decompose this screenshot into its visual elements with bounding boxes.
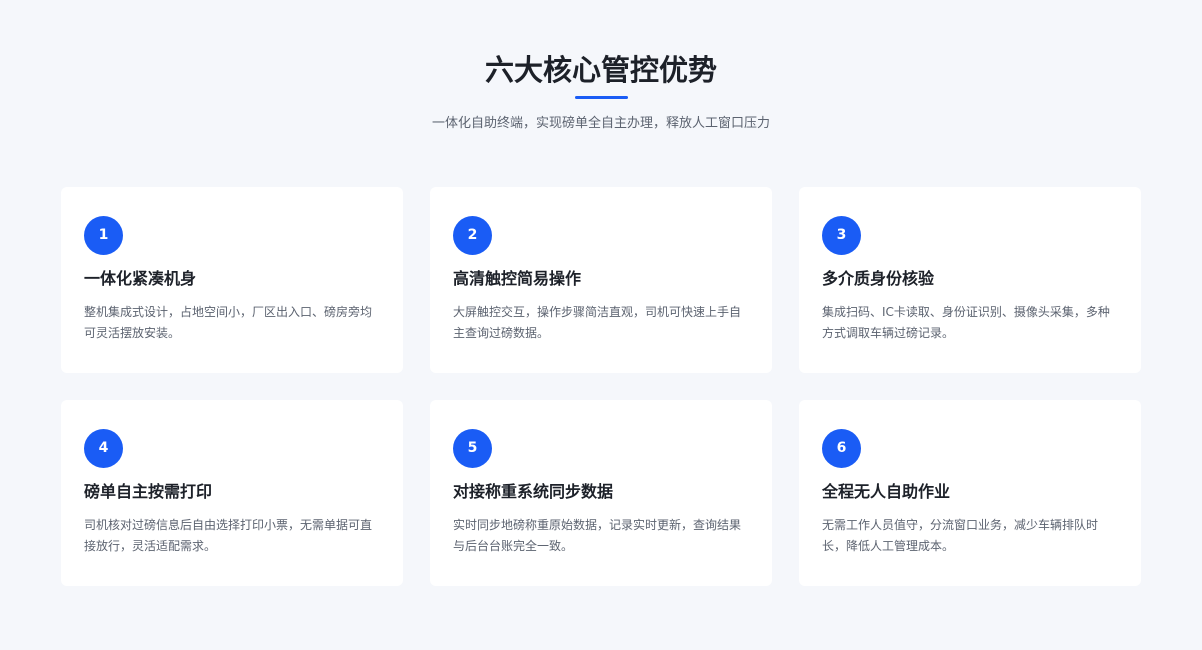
advantage-card-4: 4 磅单自主按需打印 司机核对过磅信息后自由选择打印小票，无需单据可直接放行，灵…	[61, 400, 403, 586]
advantage-card-3: 3 多介质身份核验 集成扫码、IC卡读取、身份证识别、摄像头采集，多种方式调取车…	[799, 187, 1141, 373]
card-description: 实时同步地磅称重原始数据，记录实时更新，查询结果与后台台账完全一致。	[453, 518, 742, 553]
card-description: 司机核对过磅信息后自由选择打印小票，无需单据可直接放行，灵活适配需求。	[84, 518, 373, 553]
card-description: 无需工作人员值守，分流窗口业务，减少车辆排队时长，降低人工管理成本。	[822, 518, 1099, 553]
number-badge: 4	[84, 429, 123, 468]
section-title: 六大核心管控优势	[484, 53, 717, 87]
card-description: 集成扫码、IC卡读取、身份证识别、摄像头采集，多种方式调取车辆过磅记录。	[822, 305, 1110, 340]
card-title: 多介质身份核验	[822, 269, 935, 288]
card-title: 全程无人自助作业	[822, 482, 951, 501]
card-description: 大屏触控交互，操作步骤简洁直观，司机可快速上手自主查询过磅数据。	[453, 305, 742, 340]
number-badge: 3	[822, 216, 861, 255]
advantage-card-2: 2 高清触控简易操作 大屏触控交互，操作步骤简洁直观，司机可快速上手自主查询过磅…	[430, 187, 772, 373]
section-subtitle: 一体化自助终端，实现磅单全自主办理，释放人工窗口压力	[431, 116, 770, 131]
card-description: 整机集成式设计，占地空间小，厂区出入口、磅房旁均可灵活摆放安装。	[84, 305, 373, 340]
number-badge: 5	[453, 429, 492, 468]
advantages-grid: 1 一体化紧凑机身 整机集成式设计，占地空间小，厂区出入口、磅房旁均可灵活摆放安…	[61, 187, 1141, 587]
card-title: 一体化紧凑机身	[84, 269, 197, 288]
advantage-card-1: 1 一体化紧凑机身 整机集成式设计，占地空间小，厂区出入口、磅房旁均可灵活摆放安…	[61, 187, 403, 373]
number-badge: 2	[453, 216, 492, 255]
title-underline	[575, 96, 628, 99]
number-badge: 1	[84, 216, 123, 255]
card-title: 对接称重系统同步数据	[453, 482, 614, 501]
number-badge: 6	[822, 429, 861, 468]
card-title: 磅单自主按需打印	[84, 482, 213, 501]
advantage-card-5: 5 对接称重系统同步数据 实时同步地磅称重原始数据，记录实时更新，查询结果与后台…	[430, 400, 772, 586]
card-title: 高清触控简易操作	[453, 269, 582, 288]
advantage-card-6: 6 全程无人自助作业 无需工作人员值守，分流窗口业务，减少车辆排队时长，降低人工…	[799, 400, 1141, 586]
